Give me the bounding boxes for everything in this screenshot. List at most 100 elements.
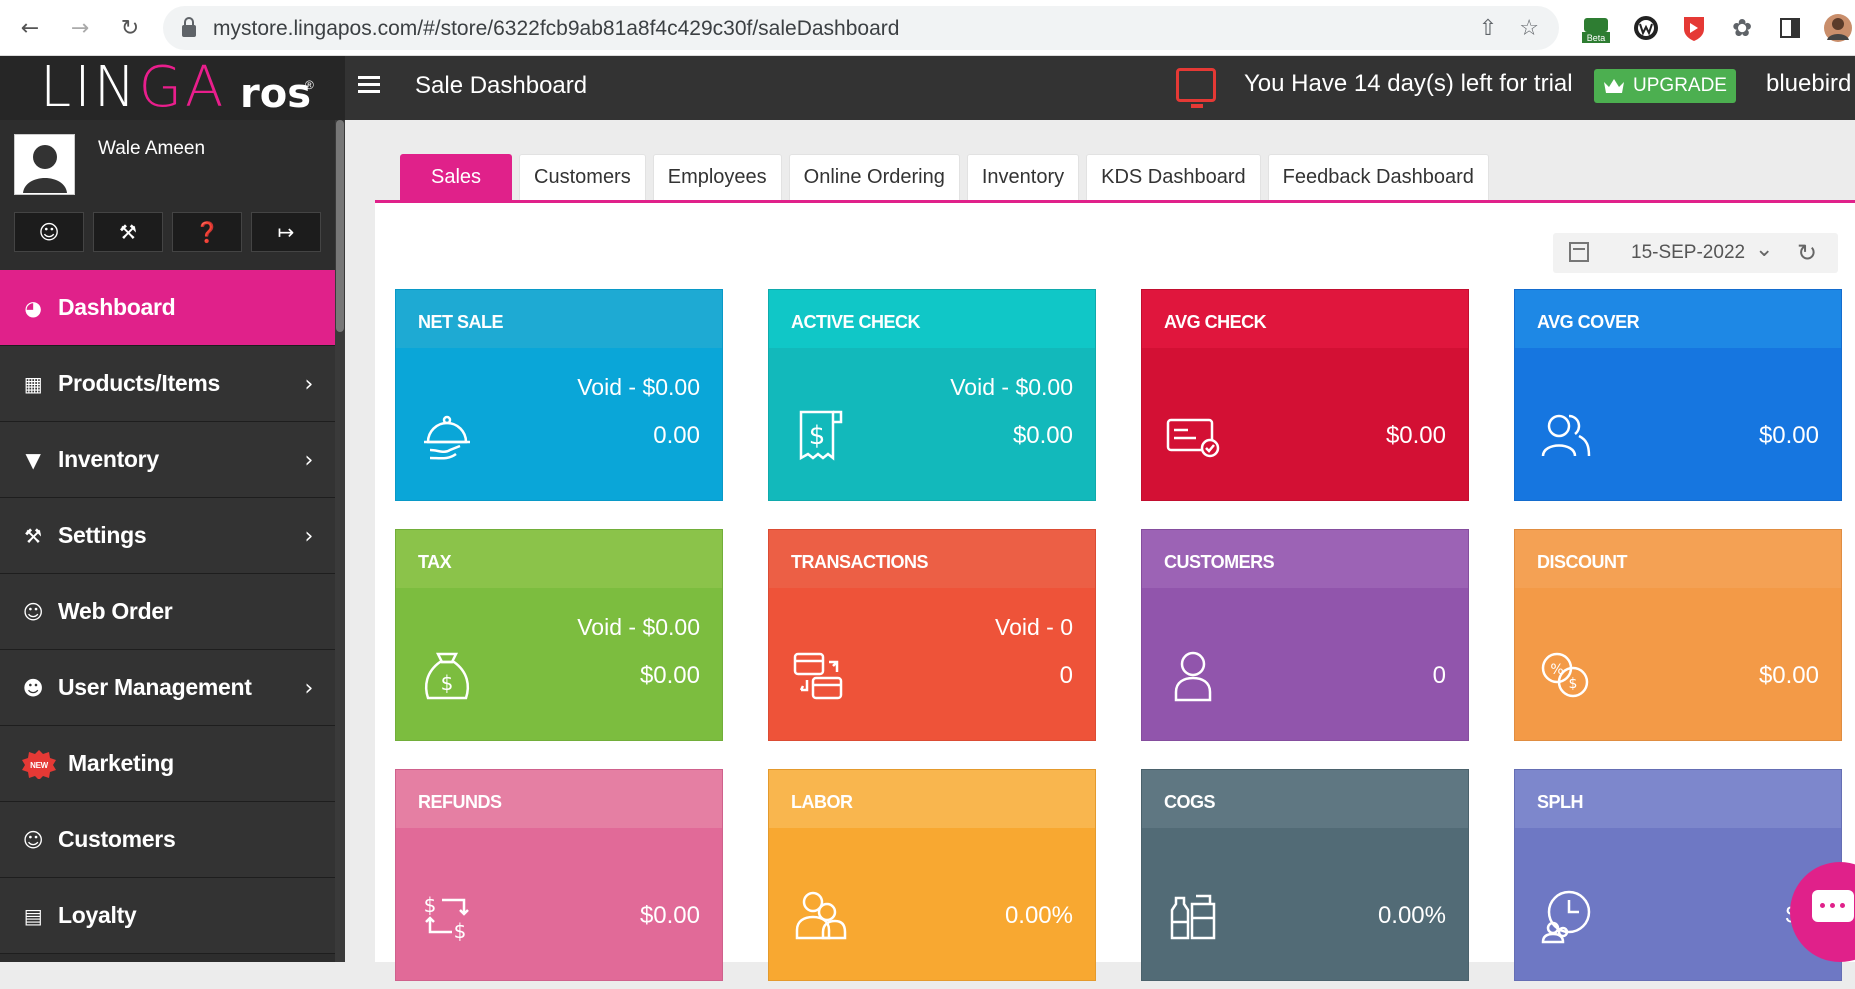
card-value: 0 bbox=[1059, 662, 1073, 689]
side-panel-icon[interactable] bbox=[1774, 12, 1806, 44]
extension-w-icon[interactable] bbox=[1630, 12, 1662, 44]
upgrade-label: UPGRADE bbox=[1633, 75, 1727, 96]
card-value: $0.00 bbox=[1758, 662, 1819, 689]
card-title: COGS bbox=[1142, 770, 1468, 828]
card-title: AVG CHECK bbox=[1142, 290, 1468, 348]
receipt-dollar-icon: $ bbox=[793, 408, 847, 464]
back-icon[interactable]: ← bbox=[14, 12, 46, 44]
basket-icon: ▦ bbox=[23, 371, 43, 396]
tab-sales[interactable]: Sales bbox=[400, 154, 513, 200]
card-title: CUSTOMERS bbox=[1142, 530, 1468, 588]
sidebar-item-inventory[interactable]: ▼ Inventory › bbox=[0, 422, 335, 498]
refresh-icon[interactable]: ↻ bbox=[1797, 239, 1817, 267]
share-icon[interactable]: ⇧ bbox=[1479, 16, 1497, 41]
card-transactions[interactable]: TRANSACTIONS Void - 0 0 bbox=[768, 529, 1096, 741]
labor-people-icon bbox=[793, 888, 847, 944]
new-badge-icon: NEW bbox=[20, 749, 58, 780]
card-active-check[interactable]: ACTIVE CHECK Void - $0.00 $0.00 $ bbox=[768, 289, 1096, 501]
svg-text:%: % bbox=[1550, 662, 1563, 678]
profile-avatar-icon[interactable] bbox=[1822, 12, 1854, 44]
url-text: mystore.lingapos.com/#/store/6322fcb9ab8… bbox=[213, 17, 900, 40]
tab-inventory[interactable]: Inventory bbox=[966, 154, 1080, 200]
card-value: $0.00 bbox=[639, 902, 700, 929]
sidebar-item-dashboard[interactable]: ◕ Dashboard bbox=[0, 270, 335, 346]
sidebar-item-settings[interactable]: ⚒ Settings › bbox=[0, 498, 335, 574]
sidebar-nav: ◕ Dashboard ▦ Products/Items › ▼ Invento… bbox=[0, 270, 335, 954]
card-void: Void - $0.00 bbox=[577, 374, 700, 400]
cogs-bottles-icon bbox=[1166, 888, 1220, 944]
reload-icon[interactable]: ↻ bbox=[114, 12, 146, 44]
tab-online-ordering[interactable]: Online Ordering bbox=[788, 154, 960, 200]
users-icon: ☻ bbox=[22, 675, 44, 700]
chevron-right-icon: › bbox=[304, 372, 314, 397]
puzzle-extensions-icon[interactable]: ✿ bbox=[1726, 12, 1758, 44]
card-net-sale[interactable]: NET SALE Void - $0.00 0.00 bbox=[395, 289, 723, 501]
bookmark-star-icon[interactable]: ☆ bbox=[1519, 16, 1539, 41]
hamburger-menu-icon[interactable] bbox=[358, 76, 380, 94]
tab-customers[interactable]: Customers bbox=[519, 154, 646, 200]
help-button[interactable]: ❓ bbox=[172, 212, 242, 252]
chat-icon bbox=[1812, 890, 1854, 922]
card-value: $0.00 bbox=[1012, 422, 1073, 449]
sidebar-item-label: Web Order bbox=[58, 598, 173, 624]
sidebar-item-user-management[interactable]: ☻ User Management › bbox=[0, 650, 335, 726]
extension-shield-icon[interactable] bbox=[1678, 12, 1710, 44]
card-customers[interactable]: CUSTOMERS 0 bbox=[1141, 529, 1469, 741]
card-void: Void - $0.00 bbox=[577, 614, 700, 640]
address-bar[interactable]: mystore.lingapos.com/#/store/6322fcb9ab8… bbox=[163, 6, 1559, 50]
metric-cards: NET SALE Void - $0.00 0.00 ACTIVE CHECK … bbox=[395, 289, 1855, 989]
serving-tray-icon bbox=[420, 408, 474, 464]
tab-feedback-dashboard[interactable]: Feedback Dashboard bbox=[1267, 154, 1489, 200]
card-labor[interactable]: LABOR 0.00% bbox=[768, 769, 1096, 981]
sidebar-item-customers[interactable]: ☺ Customers bbox=[0, 802, 335, 878]
transactions-icon bbox=[793, 648, 847, 704]
new-badge-label: NEW bbox=[30, 761, 49, 770]
card-avg-check[interactable]: AVG CHECK $0.00 bbox=[1141, 289, 1469, 501]
sidebar-item-label: Dashboard bbox=[58, 294, 176, 320]
sidebar-scrollbar[interactable] bbox=[335, 120, 345, 962]
sidebar-item-label: Inventory bbox=[58, 446, 159, 472]
card-value: $0.00 bbox=[1758, 422, 1819, 449]
avatar[interactable] bbox=[14, 134, 75, 195]
card-splh[interactable]: SPLH $0. bbox=[1514, 769, 1842, 981]
card-title: TAX bbox=[396, 530, 722, 588]
sidebar-item-label: Customers bbox=[58, 826, 176, 852]
calendar-icon[interactable] bbox=[1569, 242, 1589, 262]
logout-button[interactable]: ↦ bbox=[251, 212, 321, 252]
logout-icon: ↦ bbox=[277, 220, 295, 244]
card-value: 0.00% bbox=[1004, 902, 1073, 929]
crown-icon bbox=[1604, 79, 1625, 93]
card-cogs[interactable]: COGS 0.00% bbox=[1141, 769, 1469, 981]
chevron-down-icon[interactable]: ⌄ bbox=[1755, 237, 1773, 262]
profile-button[interactable]: ☺ bbox=[14, 212, 84, 252]
trial-notice: You Have 14 day(s) left for trial bbox=[1244, 70, 1573, 97]
card-title: SPLH bbox=[1515, 770, 1841, 828]
card-discount[interactable]: DISCOUNT $0.00 % $ bbox=[1514, 529, 1842, 741]
store-name[interactable]: bluebird bbox=[1766, 70, 1851, 98]
sidebar-item-loyalty[interactable]: ▤ Loyalty bbox=[0, 878, 335, 954]
linga-logo[interactable]: LINGA ros ® bbox=[0, 56, 345, 120]
credit-card-icon bbox=[1166, 408, 1220, 464]
upgrade-button[interactable]: UPGRADE bbox=[1594, 69, 1736, 103]
tab-employees[interactable]: Employees bbox=[652, 154, 782, 200]
dashboard-icon: ◕ bbox=[24, 295, 42, 320]
card-title: TRANSACTIONS bbox=[769, 530, 1095, 588]
card-tax[interactable]: TAX Void - $0.00 $0.00 $ bbox=[395, 529, 723, 741]
lock-icon bbox=[182, 17, 196, 37]
tab-kds-dashboard[interactable]: KDS Dashboard bbox=[1086, 154, 1261, 200]
card-title: AVG COVER bbox=[1515, 290, 1841, 348]
sidebar-item-marketing[interactable]: NEW Marketing bbox=[0, 726, 335, 802]
date-filter[interactable]: 15-SEP-2022 ⌄ ↻ bbox=[1553, 233, 1838, 273]
sidebar-item-web-order[interactable]: ☺ Web Order bbox=[0, 574, 335, 650]
sidebar: Wale Ameen ☺ ⚒ ❓ ↦ ◕ Dashboard ▦ Product… bbox=[0, 120, 345, 962]
forward-icon[interactable]: → bbox=[64, 12, 96, 44]
tools-button[interactable]: ⚒ bbox=[93, 212, 163, 252]
extension-beta-icon[interactable]: Beta bbox=[1580, 12, 1612, 44]
sidebar-item-label: Settings bbox=[58, 522, 147, 548]
card-avg-cover[interactable]: AVG COVER $0.00 bbox=[1514, 289, 1842, 501]
card-refunds[interactable]: REFUNDS $0.00 $ $ bbox=[395, 769, 723, 981]
main-content: Sales Customers Employees Online Orderin… bbox=[345, 120, 1855, 981]
loyalty-icon: ▤ bbox=[23, 903, 43, 928]
discount-coins-icon: % $ bbox=[1539, 648, 1593, 704]
sidebar-item-products[interactable]: ▦ Products/Items › bbox=[0, 346, 335, 422]
